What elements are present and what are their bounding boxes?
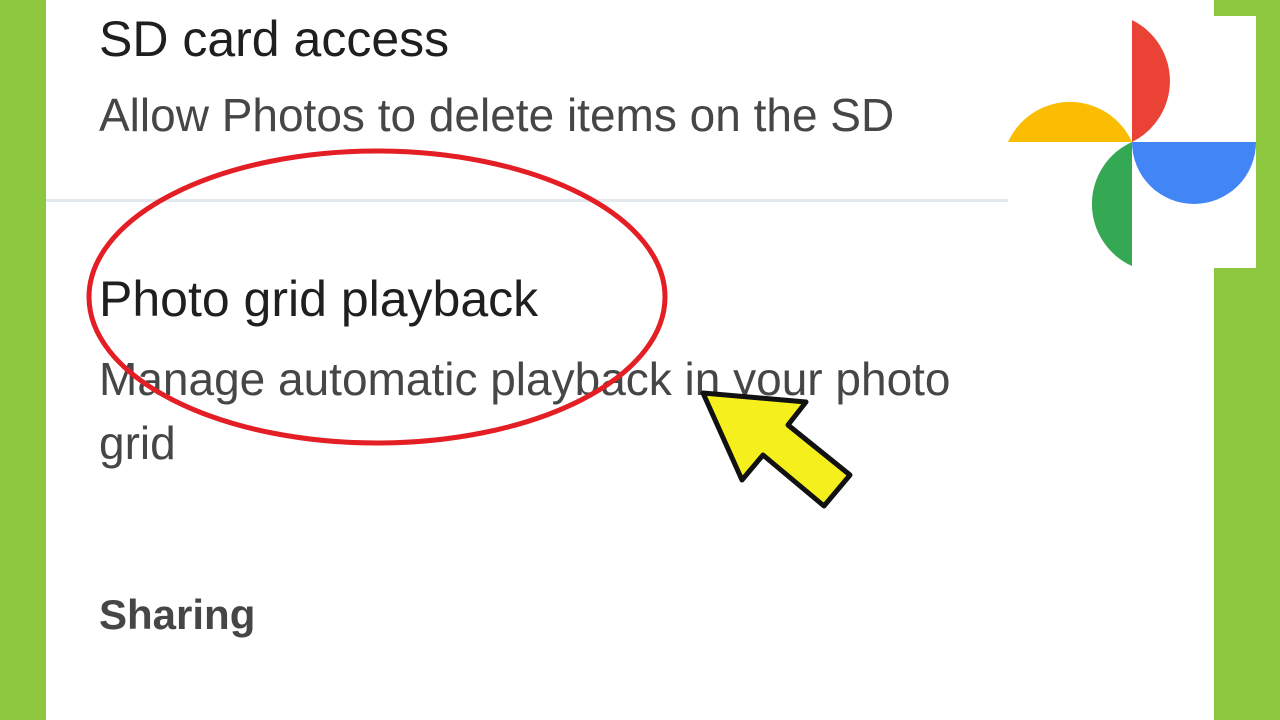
green-border-left <box>0 0 46 720</box>
photo-grid-playback-title: Photo grid playback <box>99 271 539 327</box>
pinwheel-icon <box>1008 20 1256 266</box>
sd-card-access-description: Allow Photos to delete items on the SD <box>99 89 895 141</box>
blue-petal <box>1132 142 1256 204</box>
settings-divider <box>46 199 1008 202</box>
yellow-petal <box>1008 101 1132 142</box>
red-petal <box>1132 20 1170 142</box>
green-petal <box>1091 142 1132 266</box>
photo-grid-playback-description-line2: grid <box>99 417 176 469</box>
sd-card-access-title: SD card access <box>99 11 450 67</box>
video-frame: SD card access Allow Photos to delete it… <box>0 0 1280 720</box>
google-photos-logo <box>1008 16 1256 268</box>
photo-grid-playback-description-line1: Manage automatic playback in your photo <box>99 353 951 405</box>
sharing-section-header: Sharing <box>99 591 256 638</box>
